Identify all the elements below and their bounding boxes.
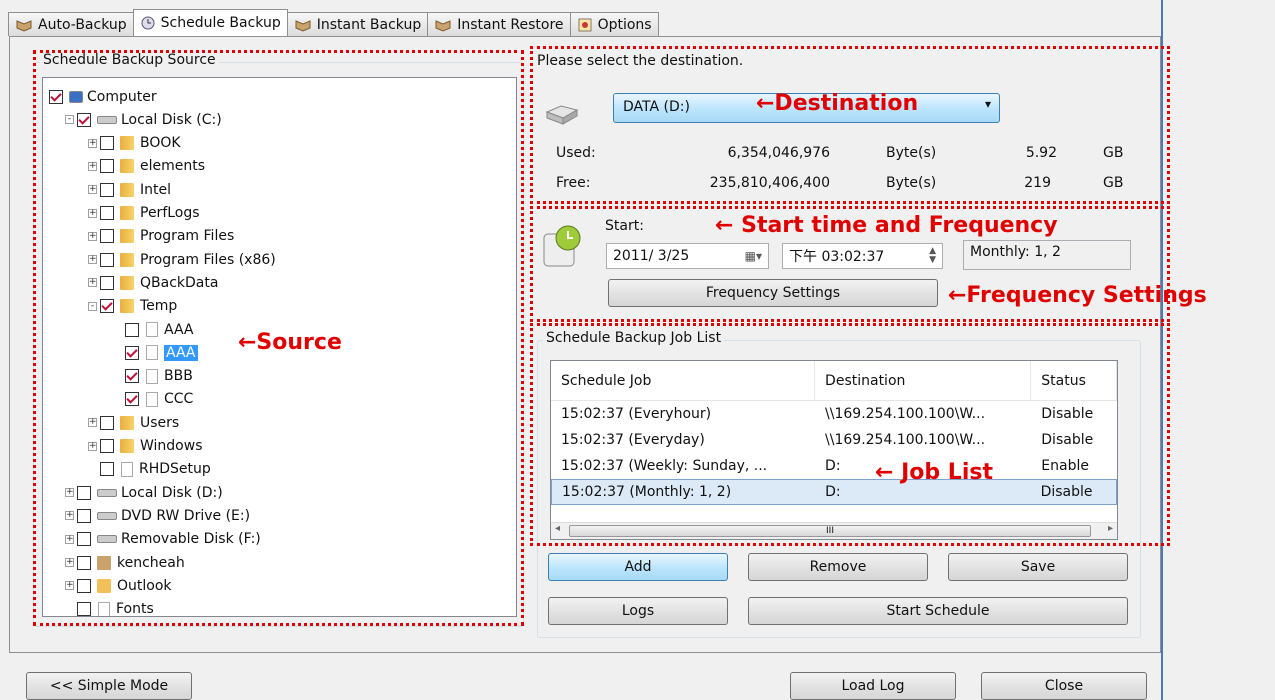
start-date-picker[interactable]: 2011/ 3/25 ▦▾: [606, 243, 769, 269]
tab-schedule-backup[interactable]: Schedule Backup: [132, 9, 288, 36]
free-unit: Byte(s): [886, 175, 937, 191]
add-button[interactable]: Add: [548, 553, 728, 581]
start-annotation: ← Start time and Frequency: [715, 213, 1058, 238]
tab-instant-restore[interactable]: Instant Restore: [427, 12, 571, 36]
destination-annotation-box: [530, 46, 1170, 204]
free-size: 219: [1024, 175, 1051, 191]
auto-backup-icon: [16, 19, 32, 32]
tab-instant-backup[interactable]: Instant Backup: [286, 12, 429, 36]
tab-options[interactable]: Options: [569, 12, 659, 36]
free-label: Free:: [556, 175, 591, 191]
tab-auto-backup[interactable]: Auto-Backup: [8, 12, 134, 36]
tab-bar: Auto-Backup Schedule Backup Instant Back…: [8, 9, 659, 36]
used-label: Used:: [556, 145, 596, 161]
instant-backup-icon: [295, 19, 311, 32]
remove-button[interactable]: Remove: [748, 553, 928, 581]
joblist-annotation-box: [530, 323, 1170, 546]
start-schedule-button[interactable]: Start Schedule: [748, 597, 1128, 625]
schedule-icon: [141, 16, 155, 30]
drive-icon: [545, 105, 579, 125]
frequency-summary: Monthly: 1, 2: [963, 240, 1131, 270]
free-size-unit: GB: [1103, 175, 1124, 191]
frequency-summary-text: Monthly: 1, 2: [970, 244, 1061, 260]
destination-annotation: ←Destination: [756, 91, 919, 116]
chevron-down-icon: ▾: [984, 97, 991, 111]
schedule-clock-icon: [543, 225, 581, 267]
destination-selected: DATA (D:): [623, 99, 690, 115]
used-size-unit: GB: [1103, 145, 1124, 161]
tab-label: Options: [597, 16, 652, 33]
used-size: 5.92: [1025, 145, 1057, 161]
used-bytes: 6,354,046,976: [727, 145, 830, 161]
simple-mode-button[interactable]: << Simple Mode: [26, 672, 192, 700]
tab-label: Auto-Backup: [38, 16, 127, 33]
options-icon: [578, 18, 592, 31]
start-time-picker[interactable]: 下午 03:02:37 ▲ ▼: [782, 243, 943, 269]
spin-icon: ▲ ▼: [929, 246, 936, 265]
app-window: Auto-Backup Schedule Backup Instant Back…: [0, 0, 1275, 700]
tab-label: Instant Restore: [457, 16, 564, 33]
logs-button[interactable]: Logs: [548, 597, 728, 625]
source-annotation: ←Source: [238, 330, 342, 355]
save-button[interactable]: Save: [948, 553, 1128, 581]
used-unit: Byte(s): [886, 145, 937, 161]
tab-label: Schedule Backup: [160, 15, 281, 31]
start-label: Start:: [605, 218, 644, 234]
start-time-value: 下午 03:02:37: [789, 249, 885, 265]
destination-prompt: Please select the destination.: [537, 53, 744, 69]
instant-restore-icon: [435, 19, 451, 32]
frequency-settings-button[interactable]: Frequency Settings: [608, 279, 938, 307]
tab-label: Instant Backup: [316, 16, 422, 33]
free-bytes: 235,810,406,400: [709, 175, 830, 191]
close-button[interactable]: Close: [981, 672, 1147, 700]
start-date-value: 2011/ 3/25: [613, 248, 690, 264]
load-log-button[interactable]: Load Log: [790, 672, 956, 700]
frequency-annotation: ←Frequency Settings: [948, 283, 1207, 308]
calendar-icon: ▦▾: [744, 249, 762, 263]
